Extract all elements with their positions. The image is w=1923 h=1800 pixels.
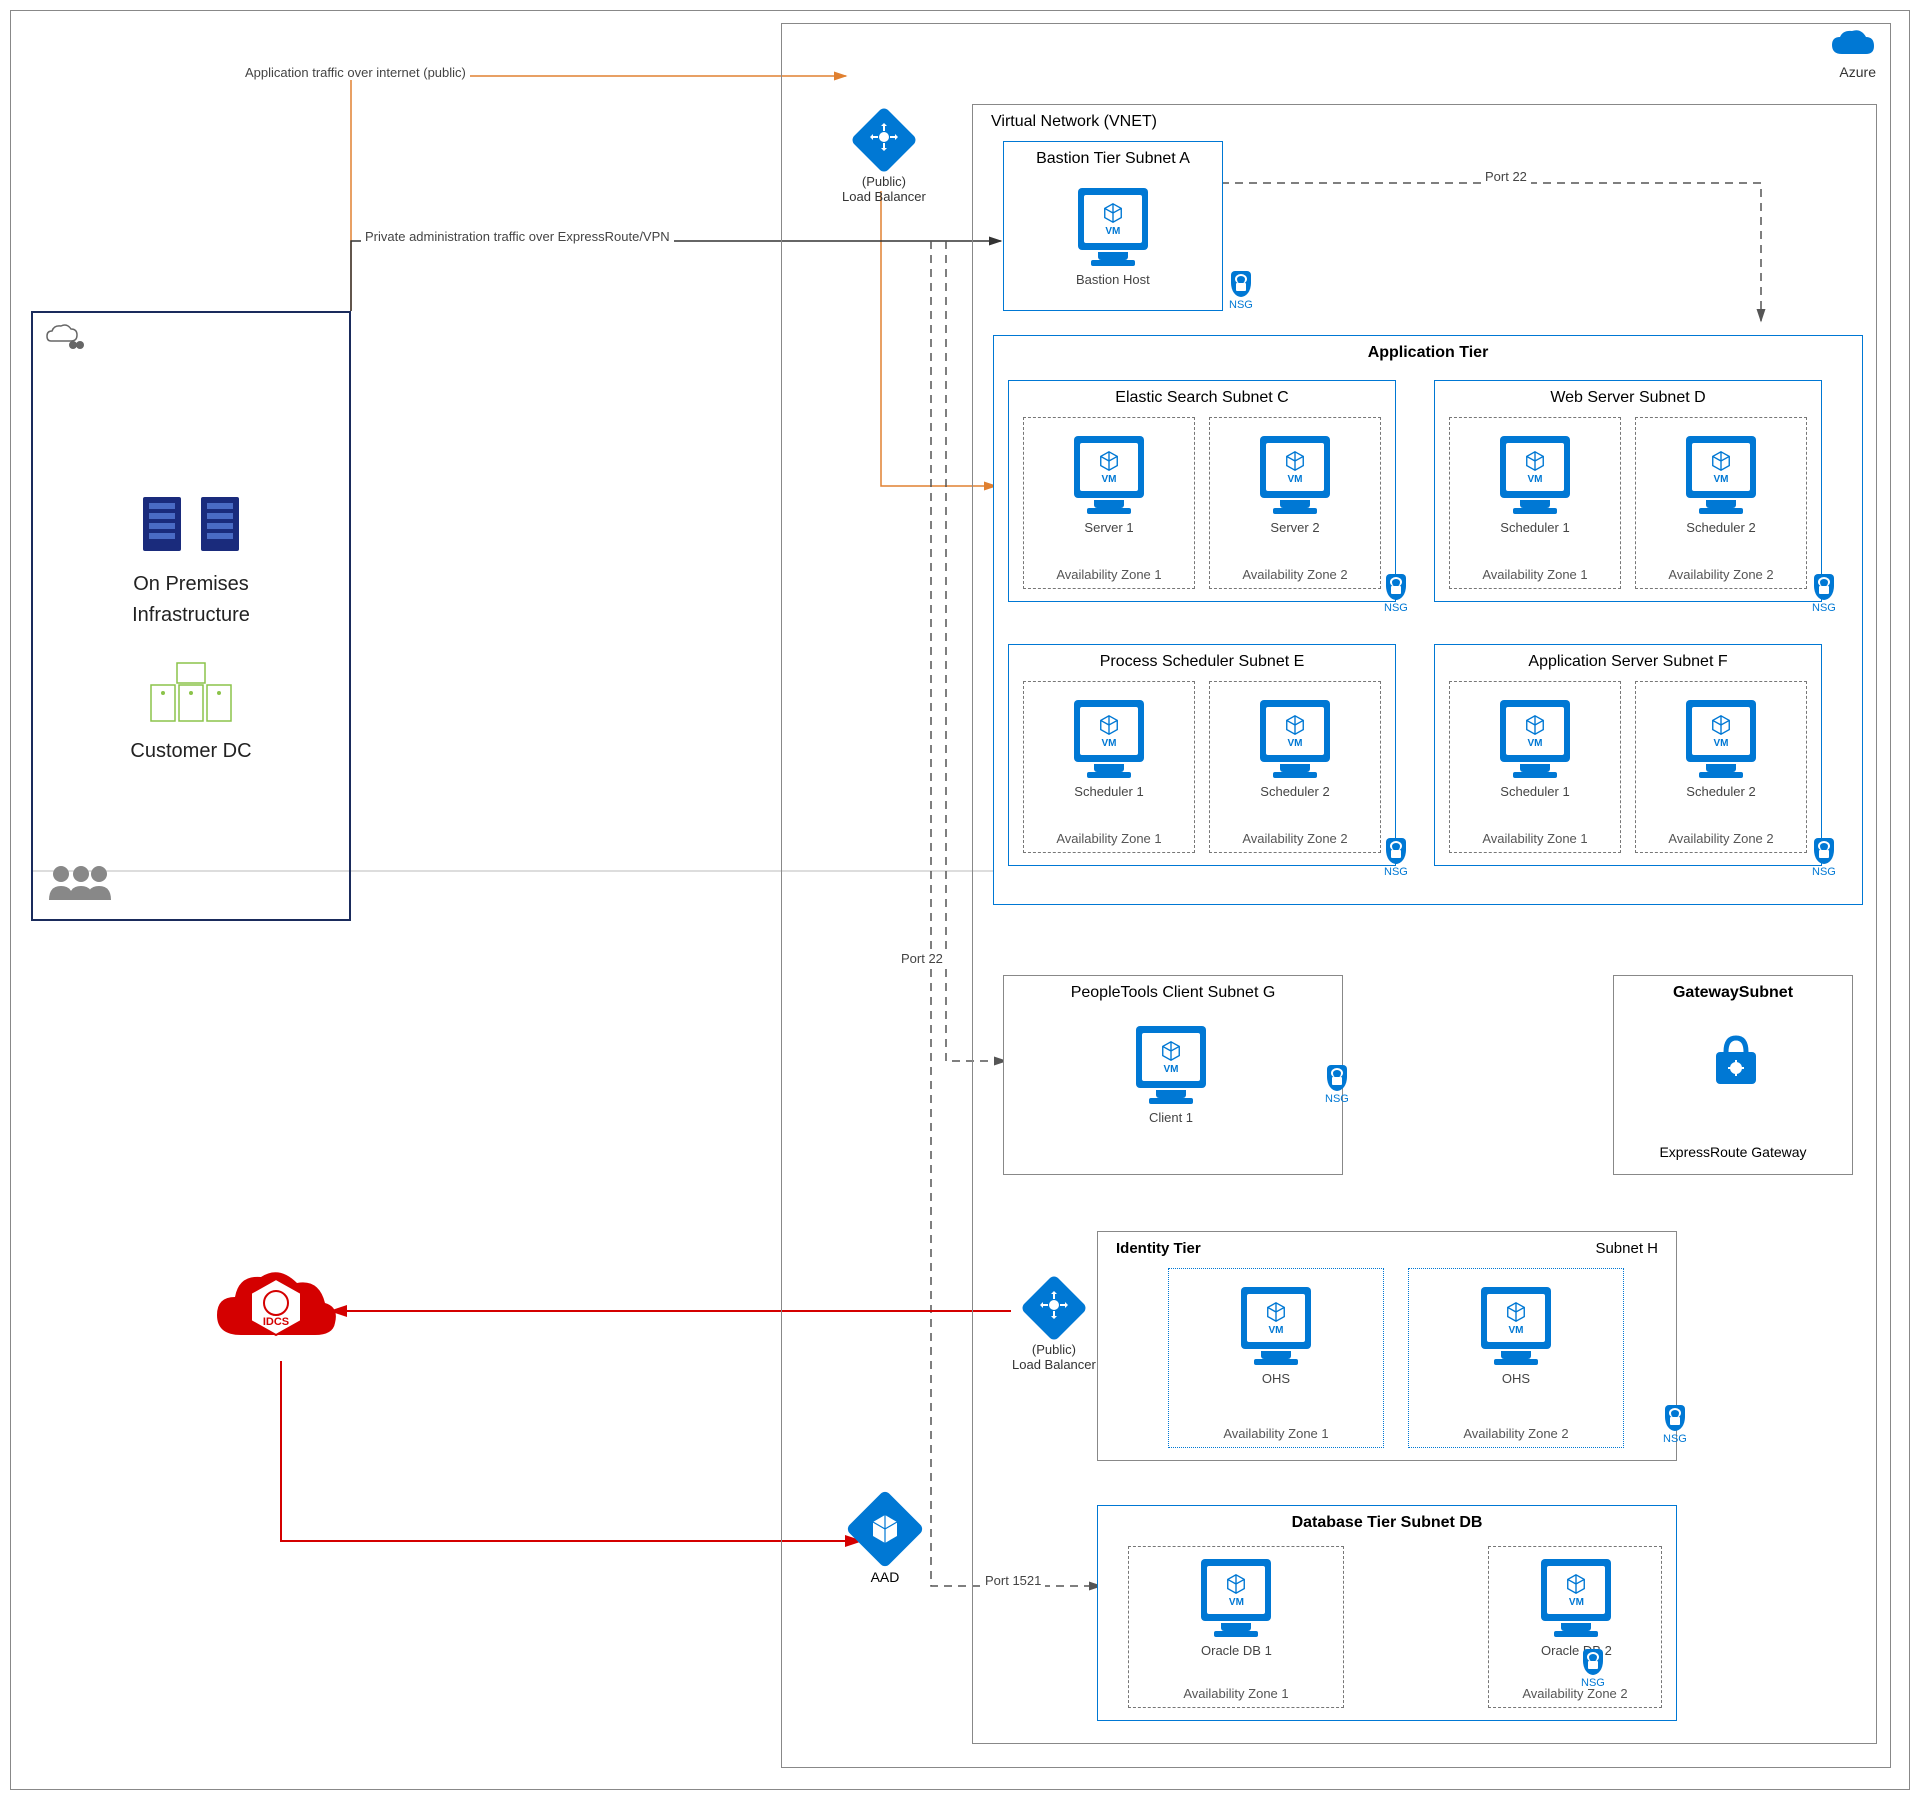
ps-nsg: NSG (1384, 838, 1408, 878)
pt-title: PeopleTools Client Subnet G (1004, 984, 1342, 1002)
aad-icon: AAD (857, 1501, 913, 1585)
identity-ohs2-vm: VMOHS (1481, 1287, 1551, 1386)
azure-label: Azure (1839, 64, 1876, 80)
identity-title-left: Identity Tier (1116, 1240, 1201, 1257)
customer-dc-icon (141, 657, 241, 732)
label-public-traffic: Application traffic over internet (publi… (241, 65, 470, 80)
expressroute-gateway-icon (1704, 1030, 1768, 1099)
ps-sched1-vm: VMScheduler 1 (1074, 700, 1144, 799)
es-title: Elastic Search Subnet C (1009, 389, 1395, 407)
gateway-subnet: GatewaySubnet ExpressRoute Gateway (1613, 975, 1853, 1175)
oracle-db2-vm: VMOracle DB 2 (1541, 1559, 1612, 1658)
es-server2-vm: VMServer 2 (1260, 436, 1330, 535)
label-private-traffic: Private administration traffic over Expr… (361, 229, 674, 244)
pt-client-vm: VMClient 1 (1136, 1026, 1206, 1125)
application-server-subnet: Application Server Subnet F VMScheduler … (1434, 644, 1822, 866)
ps-title: Process Scheduler Subnet E (1009, 653, 1395, 671)
ws-title: Web Server Subnet D (1435, 389, 1821, 407)
db-nsg: NSG (1581, 1649, 1605, 1689)
as-sched2-vm: VMScheduler 2 (1686, 700, 1756, 799)
customer-dc-label: Customer DC (130, 740, 251, 763)
svg-text:IDCS: IDCS (263, 1316, 289, 1328)
as-title: Application Server Subnet F (1435, 653, 1821, 671)
bastion-title: Bastion Tier Subnet A (1004, 150, 1222, 168)
es-nsg: NSG (1384, 574, 1408, 614)
cloud-users-icon (43, 323, 85, 360)
app-tier-title: Application Tier (994, 344, 1862, 362)
identity-ohs1-vm: VMOHS (1241, 1287, 1311, 1386)
diagram-frame: Application traffic over internet (publi… (10, 10, 1910, 1790)
users-group-icon (43, 860, 113, 909)
process-scheduler-subnet: Process Scheduler Subnet E VMScheduler 1… (1008, 644, 1396, 866)
ws-sched2-vm: VMScheduler 2 (1686, 436, 1756, 535)
onprem-title-1: On Premises (133, 573, 249, 596)
pt-nsg: NSG (1325, 1065, 1349, 1105)
lb2-label: (Public) Load Balancer (1012, 1342, 1096, 1372)
bastion-host-vm: VM Bastion Host (1076, 188, 1150, 287)
ws-sched1-vm: VMScheduler 1 (1500, 436, 1570, 535)
aad-label: AAD (871, 1569, 900, 1585)
web-server-subnet: Web Server Subnet D VMScheduler 1 Availa… (1434, 380, 1822, 602)
es-server1-vm: VMServer 1 (1074, 436, 1144, 535)
bastion-nsg: NSG (1229, 271, 1253, 311)
application-tier: Application Tier Elastic Search Subnet C… (993, 335, 1863, 905)
bastion-tier: Bastion Tier Subnet A VM Bastion Host (1003, 141, 1223, 311)
server-rack-icons (139, 493, 243, 555)
identity-tier: Identity Tier Subnet H VMOHS Availabilit… (1097, 1231, 1677, 1461)
public-load-balancer-2: (Public) Load Balancer (1012, 1284, 1096, 1372)
ps-sched2-vm: VMScheduler 2 (1260, 700, 1330, 799)
ws-nsg: NSG (1812, 574, 1836, 614)
vnet-title: Virtual Network (VNET) (991, 113, 1157, 131)
lb1-label: (Public) Load Balancer (842, 174, 926, 204)
azure-region: Azure (Public) Load Balancer Virtual Net… (781, 23, 1891, 1768)
on-premises-box: On Premises Infrastructure Customer DC (31, 311, 351, 921)
onprem-title-2: Infrastructure (132, 604, 250, 627)
virtual-network: Virtual Network (VNET) Bastion Tier Subn… (972, 104, 1877, 1744)
peopletools-client-subnet: PeopleTools Client Subnet G VMClient 1 (1003, 975, 1343, 1175)
db-title: Database Tier Subnet DB (1098, 1514, 1676, 1532)
elastic-search-subnet: Elastic Search Subnet C VMServer 1 Avail… (1008, 380, 1396, 602)
identity-title-right: Subnet H (1595, 1240, 1658, 1257)
as-sched1-vm: VMScheduler 1 (1500, 700, 1570, 799)
as-nsg: NSG (1812, 838, 1836, 878)
identity-nsg: NSG (1663, 1405, 1687, 1445)
idcs-cloud: IDCS (211, 1261, 341, 1357)
azure-cloud-icon (1828, 28, 1876, 60)
gw-label: ExpressRoute Gateway (1614, 1144, 1852, 1160)
public-load-balancer-1: (Public) Load Balancer (842, 116, 926, 204)
oracle-db1-vm: VMOracle DB 1 (1201, 1559, 1272, 1658)
gw-title: GatewaySubnet (1614, 984, 1852, 1002)
